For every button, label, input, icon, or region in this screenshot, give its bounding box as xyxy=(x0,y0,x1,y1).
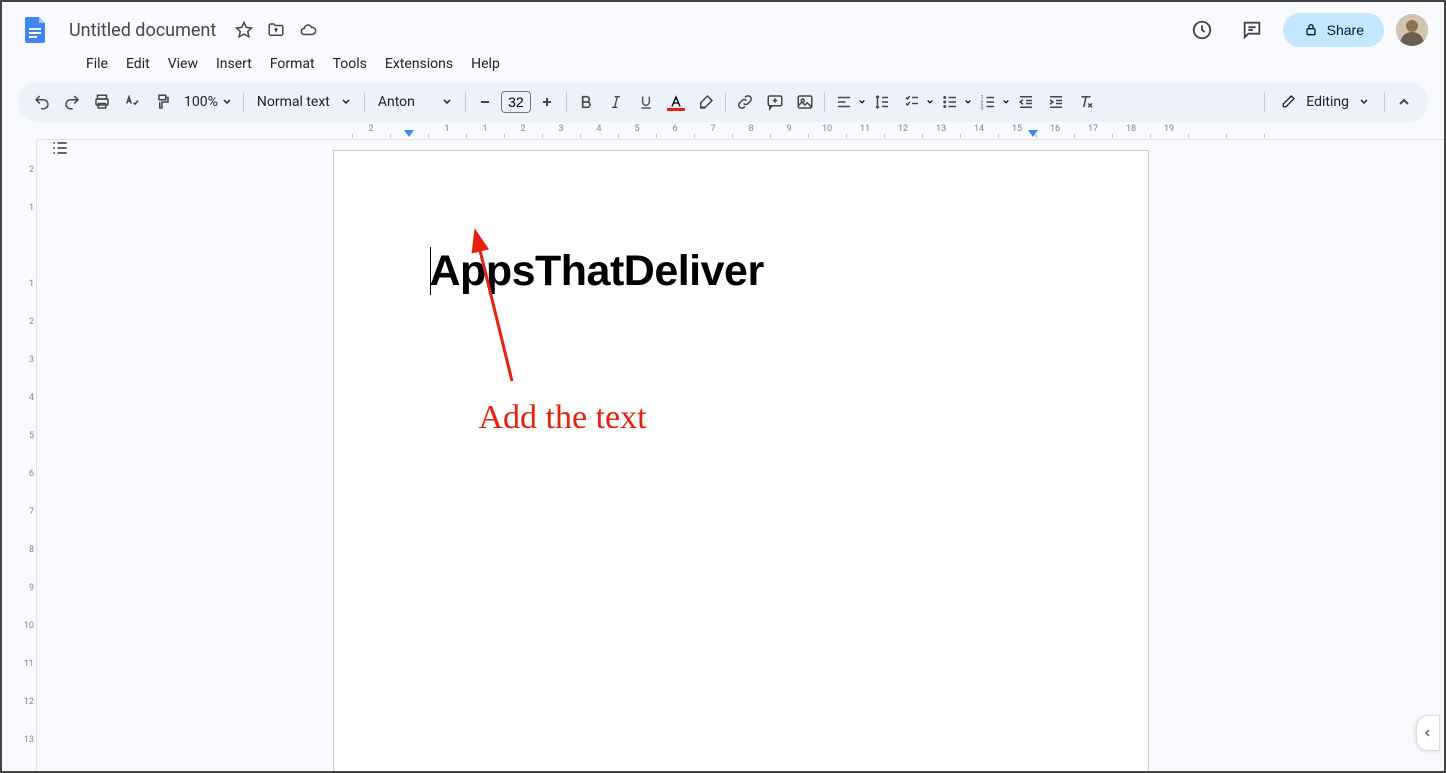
menu-file[interactable]: File xyxy=(78,52,116,76)
paragraph-style-select[interactable]: Normal text xyxy=(249,94,359,110)
user-avatar[interactable] xyxy=(1396,14,1428,46)
title-row: Untitled document S xyxy=(18,10,1428,50)
print-button[interactable] xyxy=(88,88,116,116)
menu-edit[interactable]: Edit xyxy=(118,52,158,76)
font-size-increase[interactable] xyxy=(533,88,561,116)
decrease-indent-button[interactable] xyxy=(1012,88,1040,116)
menu-tools[interactable]: Tools xyxy=(325,52,375,76)
numbered-list-button[interactable]: 123 xyxy=(974,88,1010,116)
paragraph-style-value: Normal text xyxy=(257,94,330,110)
toolbar: 100% Normal text Anton 123 xyxy=(18,82,1428,122)
font-value: Anton xyxy=(378,94,415,110)
document-heading-text: AppsThatDeliver xyxy=(430,247,764,295)
annotation-label: Add the text xyxy=(479,399,647,437)
zoom-select[interactable]: 100% xyxy=(178,94,238,110)
highlight-button[interactable] xyxy=(692,88,720,116)
menu-help[interactable]: Help xyxy=(463,52,508,76)
editing-mode-label: Editing xyxy=(1306,94,1349,110)
italic-button[interactable] xyxy=(602,88,630,116)
cloud-status-icon[interactable] xyxy=(299,21,317,39)
insert-image-button[interactable] xyxy=(791,88,819,116)
share-button-label: Share xyxy=(1327,22,1364,38)
font-size-decrease[interactable] xyxy=(471,88,499,116)
text-color-button[interactable] xyxy=(662,94,690,111)
underline-button[interactable] xyxy=(632,88,660,116)
menu-insert[interactable]: Insert xyxy=(208,52,260,76)
paint-format-button[interactable] xyxy=(148,88,176,116)
share-button[interactable]: Share xyxy=(1283,13,1384,47)
insert-comment-button[interactable] xyxy=(761,88,789,116)
menu-format[interactable]: Format xyxy=(262,52,323,76)
menu-view[interactable]: View xyxy=(160,52,206,76)
svg-text:3: 3 xyxy=(980,106,983,112)
ruler-left-indent-marker[interactable] xyxy=(404,130,414,137)
spellcheck-button[interactable] xyxy=(118,88,146,116)
document-page[interactable]: AppsThatDeliver Add the text xyxy=(333,150,1149,771)
undo-button[interactable] xyxy=(28,88,56,116)
line-spacing-button[interactable] xyxy=(868,88,896,116)
collapse-toolbar-button[interactable] xyxy=(1390,88,1418,116)
side-panel-toggle[interactable] xyxy=(1416,715,1440,751)
bold-button[interactable] xyxy=(572,88,600,116)
zoom-value: 100% xyxy=(184,94,218,110)
clear-formatting-button[interactable] xyxy=(1072,88,1100,116)
document-title[interactable]: Untitled document xyxy=(62,18,223,43)
menubar: File Edit View Insert Format Tools Exten… xyxy=(18,50,1428,82)
vertical-ruler[interactable]: 2112345678910111213 xyxy=(2,140,37,771)
move-folder-icon[interactable] xyxy=(267,21,285,39)
font-size-input[interactable] xyxy=(501,91,531,113)
insert-link-button[interactable] xyxy=(731,88,759,116)
comment-history-icon[interactable] xyxy=(1233,11,1271,49)
last-edit-icon[interactable] xyxy=(1183,11,1221,49)
increase-indent-button[interactable] xyxy=(1042,88,1070,116)
redo-button[interactable] xyxy=(58,88,86,116)
docs-logo-icon[interactable] xyxy=(18,12,54,48)
checklist-button[interactable] xyxy=(898,88,934,116)
align-button[interactable] xyxy=(830,88,866,116)
font-select[interactable]: Anton xyxy=(370,94,460,110)
bullet-list-button[interactable] xyxy=(936,88,972,116)
star-icon[interactable] xyxy=(235,21,253,39)
horizontal-ruler[interactable]: 2112345678910111213141516171819 xyxy=(37,122,1444,140)
editing-mode-button[interactable]: Editing xyxy=(1270,94,1379,110)
menu-extensions[interactable]: Extensions xyxy=(377,52,461,76)
